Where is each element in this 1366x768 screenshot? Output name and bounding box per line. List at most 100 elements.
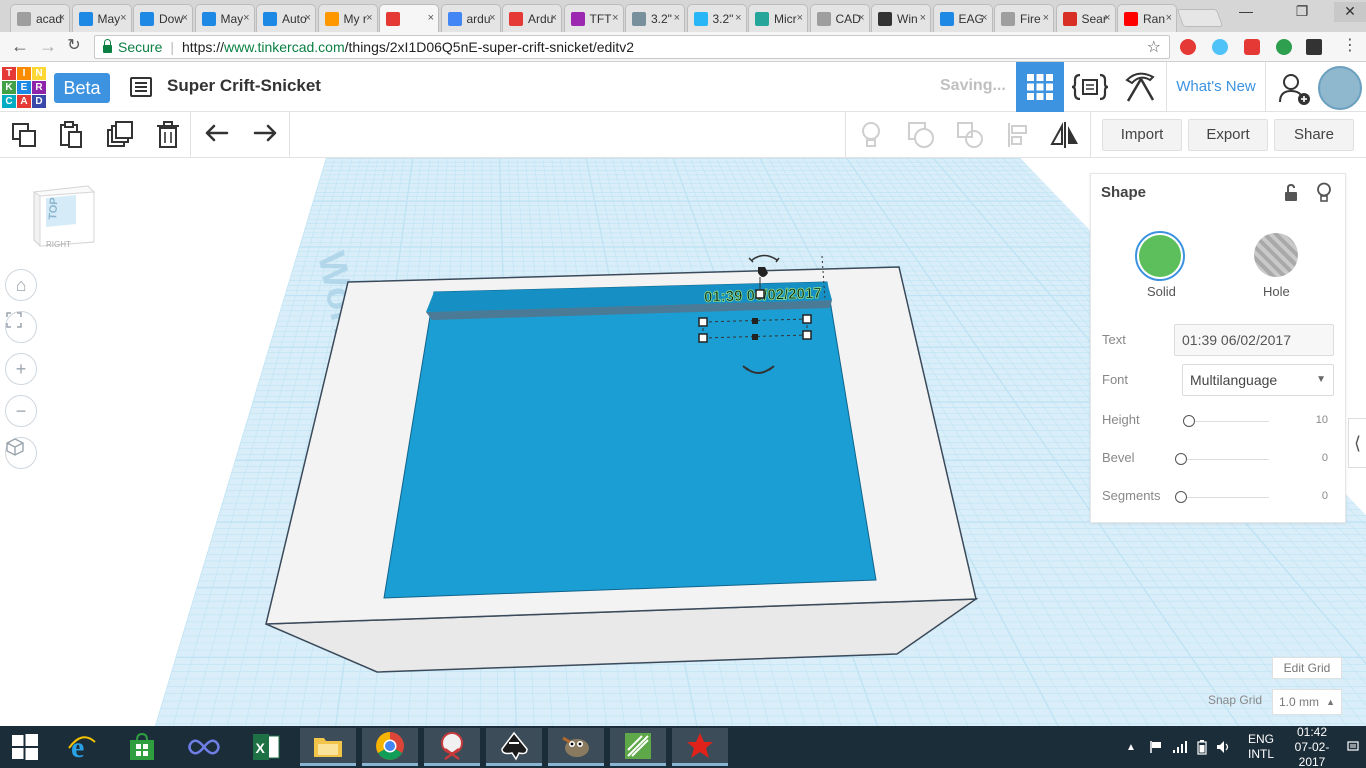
export-button[interactable]: Export	[1188, 119, 1268, 151]
browser-tab[interactable]: 3.2" ×	[625, 4, 685, 32]
tab-close-icon[interactable]: ×	[182, 12, 188, 24]
solid-option[interactable]	[1135, 231, 1185, 281]
height-slider-track[interactable]	[1189, 421, 1269, 422]
browser-tab[interactable]: Auto ×	[256, 4, 316, 32]
tab-close-icon[interactable]: ×	[489, 12, 495, 24]
extension-icon[interactable]	[1306, 39, 1322, 55]
tab-close-icon[interactable]: ×	[1043, 12, 1049, 24]
align-icon[interactable]	[1003, 120, 1033, 150]
browser-tab[interactable]: Win ×	[871, 4, 931, 32]
grammarly-extension-icon[interactable]	[1276, 39, 1292, 55]
start-button[interactable]	[0, 728, 50, 766]
browser-tab[interactable]: TFT ×	[563, 4, 624, 32]
internet-explorer-icon[interactable]: e	[54, 728, 110, 766]
paste-icon[interactable]	[56, 120, 86, 150]
tab-close-icon[interactable]: ×	[612, 12, 618, 24]
share-button[interactable]: Share	[1274, 119, 1354, 151]
browser-tab[interactable]: CAD ×	[809, 4, 870, 32]
browser-tab[interactable]: Fire ×	[994, 4, 1054, 32]
home-view-button[interactable]: ⌂	[5, 269, 37, 301]
reload-button[interactable]: ↻	[62, 36, 86, 58]
trash-icon[interactable]	[153, 120, 183, 150]
browser-tab[interactable]: Dow ×	[133, 4, 193, 32]
copy-icon[interactable]	[9, 120, 39, 150]
browser-tab[interactable]: Micr ×	[748, 4, 808, 32]
battery-icon[interactable]	[1194, 726, 1210, 768]
browser-tab[interactable]: My r ×	[317, 4, 378, 32]
close-window-button[interactable]: ✕	[1334, 2, 1366, 22]
hole-option[interactable]	[1254, 233, 1298, 277]
user-avatar[interactable]	[1318, 66, 1362, 110]
tab-close-icon[interactable]: ×	[981, 12, 987, 24]
collapse-panel-button[interactable]: ⟨	[1348, 418, 1366, 468]
tab-close-icon[interactable]: ×	[366, 12, 372, 24]
import-button[interactable]: Import	[1102, 119, 1182, 151]
show-hidden-icons-button[interactable]: ▲	[1124, 726, 1138, 768]
lightbulb-icon[interactable]	[856, 120, 886, 150]
url-input[interactable]: Secure | https://www.tinkercad.com/thing…	[94, 35, 1170, 59]
duplicate-icon[interactable]	[105, 120, 135, 150]
ungroup-icon[interactable]	[955, 120, 985, 150]
cloud-extension-icon[interactable]	[1212, 39, 1228, 55]
tab-close-icon[interactable]: ×	[243, 12, 249, 24]
snipping-tool-icon[interactable]	[424, 728, 480, 766]
text-input[interactable]: 01:39 06/02/2017	[1174, 324, 1334, 356]
new-tab-button[interactable]	[1176, 9, 1224, 27]
design-app-icon[interactable]	[610, 728, 666, 766]
view-cube[interactable]: TOP RIGHT	[32, 184, 96, 258]
edit-grid-button[interactable]: Edit Grid	[1272, 657, 1342, 679]
browser-tab[interactable]: EAG ×	[932, 4, 993, 32]
box-cavity[interactable]	[383, 281, 877, 599]
mirror-icon[interactable]	[1050, 120, 1080, 150]
browser-tab[interactable]: May ×	[71, 4, 132, 32]
tab-close-icon[interactable]: ×	[59, 12, 65, 24]
flag-icon[interactable]	[1146, 726, 1166, 768]
browser-tab[interactable]: Sear ×	[1055, 4, 1116, 32]
3d-view-button[interactable]	[1016, 62, 1064, 112]
opera-extension-icon[interactable]	[1180, 39, 1196, 55]
browser-tab[interactable]: May ×	[194, 4, 255, 32]
zoom-out-button[interactable]: −	[5, 395, 37, 427]
tab-close-icon[interactable]: ×	[858, 12, 864, 24]
volume-icon[interactable]	[1214, 726, 1234, 768]
browser-tab[interactable]: ×	[379, 4, 439, 32]
bevel-slider-handle[interactable]	[1175, 453, 1187, 465]
zoom-in-button[interactable]: +	[5, 353, 37, 385]
browser-menu-icon[interactable]: ⋮	[1338, 36, 1362, 58]
tab-close-icon[interactable]: ×	[674, 12, 680, 24]
height-slider-handle[interactable]	[1183, 415, 1195, 427]
segments-slider-track[interactable]	[1181, 497, 1269, 498]
chrome-icon[interactable]	[362, 728, 418, 766]
add-user-icon[interactable]	[1278, 72, 1312, 106]
tab-close-icon[interactable]: ×	[305, 12, 311, 24]
codeblocks-button[interactable]	[1066, 62, 1114, 112]
bookmark-star-icon[interactable]: ☆	[1147, 37, 1161, 57]
lightbulb-icon[interactable]	[1315, 182, 1333, 202]
red-app-icon[interactable]	[672, 728, 728, 766]
clock[interactable]: 01:42 07-02-2017	[1284, 725, 1340, 768]
notifications-icon[interactable]	[1346, 726, 1360, 768]
network-icon[interactable]	[1170, 726, 1190, 768]
excel-icon[interactable]: X	[238, 728, 294, 766]
fit-view-button[interactable]	[5, 311, 37, 343]
tab-close-icon[interactable]: ×	[797, 12, 803, 24]
gimp-icon[interactable]	[548, 728, 604, 766]
beta-badge[interactable]: Beta	[54, 73, 110, 103]
tab-close-icon[interactable]: ×	[1166, 12, 1172, 24]
font-select[interactable]: Multilanguage ▼	[1182, 364, 1334, 396]
inkscape-icon[interactable]	[486, 728, 542, 766]
browser-tab[interactable]: Ran ×	[1117, 4, 1177, 32]
restore-button[interactable]: ❐	[1286, 2, 1318, 22]
store-icon[interactable]	[114, 728, 170, 766]
lock-icon[interactable]	[1283, 183, 1299, 202]
design-title[interactable]: Super Crift-Snicket	[167, 76, 321, 96]
redo-icon[interactable]	[250, 120, 280, 150]
whats-new-link[interactable]: What's New	[1166, 62, 1266, 112]
tab-close-icon[interactable]: ×	[920, 12, 926, 24]
tab-close-icon[interactable]: ×	[120, 12, 126, 24]
perspective-button[interactable]	[5, 437, 37, 469]
input-language[interactable]: ENG INTL	[1240, 726, 1282, 768]
design-list-icon[interactable]	[130, 77, 152, 97]
browser-tab[interactable]: acad ×	[10, 4, 70, 32]
forward-button[interactable]: →	[36, 36, 60, 58]
